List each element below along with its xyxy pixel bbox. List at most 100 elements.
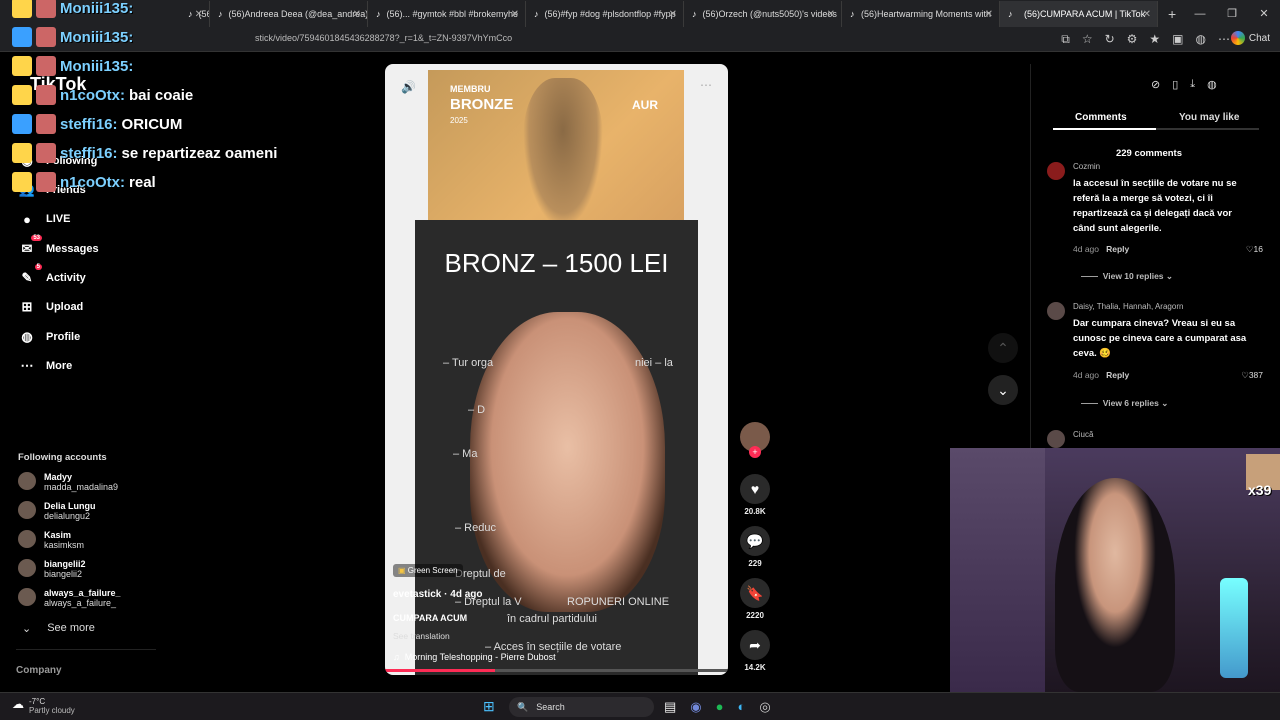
comment-like-button[interactable]: ♡387 bbox=[1241, 370, 1263, 381]
volume-icon[interactable]: 🔊 bbox=[401, 80, 416, 94]
collections-icon[interactable]: ▣ bbox=[1172, 32, 1183, 47]
browser-tab[interactable]: ♪(56) Ninja 2025✕ bbox=[180, 1, 210, 27]
edge-icon[interactable]: ◐ bbox=[738, 699, 746, 715]
avatar[interactable] bbox=[1047, 162, 1065, 180]
company-link[interactable]: Company bbox=[16, 665, 62, 676]
minimize-icon[interactable]: — bbox=[1184, 0, 1216, 28]
sidebar-item-more[interactable]: ⋯ More bbox=[18, 357, 73, 375]
tab-you-may-like[interactable]: You may like bbox=[1179, 112, 1239, 123]
close-tab-icon[interactable]: ✕ bbox=[195, 9, 203, 20]
video-player[interactable]: MEMBRU BRONZE 2025 AUR 🔊 ⋯ BRONZ – 1500 … bbox=[385, 64, 728, 675]
video-progress-track[interactable] bbox=[385, 669, 728, 672]
comment-text: la accesul în secțiile de votare nu se r… bbox=[1073, 178, 1237, 234]
sidebar-item-activity[interactable]: ✎ 5 Activity bbox=[18, 264, 86, 287]
comment-item: Cozmin la accesul în secțiile de votare … bbox=[1047, 162, 1267, 272]
window-controls: — ❐ ✕ bbox=[1184, 0, 1280, 28]
profile-icon: ◍ bbox=[21, 329, 33, 344]
view-replies-button[interactable]: —— View 6 replies ⌄ bbox=[1081, 398, 1168, 409]
browser-tab[interactable]: ♪ (56)#fyp #dog #plsdontflop #fypp ✕ bbox=[526, 1, 684, 27]
comment-button[interactable]: 💬 229 bbox=[738, 526, 772, 568]
browser-tab[interactable]: ♪ (56)Orzech (@nuts5050)'s videos ✕ bbox=[684, 1, 842, 27]
close-tab-icon[interactable]: ✕ bbox=[985, 9, 993, 20]
see-more-link[interactable]: ⌄ See more bbox=[22, 622, 95, 635]
chat-message: Moniii135: bbox=[12, 27, 137, 47]
sidebar-item-live[interactable]: ● LIVE bbox=[18, 210, 70, 228]
menu-icon[interactable]: ⋯ bbox=[1218, 32, 1230, 47]
chat-message: steffi16: se repartizeaz oameni bbox=[12, 143, 277, 163]
comment-like-button[interactable]: ♡16 bbox=[1246, 244, 1263, 255]
phone-icon[interactable]: ▯ bbox=[1172, 78, 1178, 91]
chat-badge-icon bbox=[12, 114, 32, 134]
weather-widget[interactable]: ☁ -7°C Partly cloudy bbox=[12, 697, 75, 715]
spotify-icon[interactable]: ● bbox=[716, 699, 724, 715]
obs-icon[interactable]: ◎ bbox=[759, 699, 770, 715]
following-account[interactable]: Delia Lungu delialungu2 bbox=[18, 501, 96, 521]
sidebar-item-upload[interactable]: ⊞ Upload bbox=[18, 298, 84, 316]
chat-badge-icon bbox=[36, 56, 56, 76]
following-account[interactable]: Kasim kasimksm bbox=[18, 530, 84, 550]
previous-video-button[interactable]: ⌃ bbox=[988, 333, 1018, 363]
browser-tab[interactable]: ♪ (56)Andreea Deea (@dea_andrea) ✕ bbox=[210, 1, 368, 27]
save-button[interactable]: 🔖 2220 bbox=[738, 578, 772, 620]
copilot-chat-button[interactable]: Chat bbox=[1230, 31, 1270, 45]
video-author[interactable]: evetastick · 4d ago bbox=[393, 589, 482, 600]
chevron-down-icon: ⌄ bbox=[22, 623, 32, 635]
split-view-icon[interactable]: ⧉ bbox=[1061, 32, 1070, 47]
avatar[interactable] bbox=[1047, 430, 1065, 448]
tab-comments[interactable]: Comments bbox=[1075, 112, 1127, 123]
start-icon[interactable]: ⊞ bbox=[483, 698, 495, 715]
user-avatar[interactable]: ◍ bbox=[1207, 78, 1217, 91]
taskbar-search[interactable]: 🔍 Search bbox=[509, 697, 654, 717]
following-account[interactable]: biangelii2 biangelii2 bbox=[18, 559, 86, 579]
browser-tab[interactable]: ♪ (56)CUMPARA ACUM | TikTok ✕ bbox=[1000, 1, 1158, 27]
url-field[interactable]: stick/video/7594601845436288278?_r=1&_t=… bbox=[255, 33, 512, 43]
close-tab-icon[interactable]: ✕ bbox=[511, 9, 519, 20]
user-avatar[interactable]: ◍ bbox=[1196, 32, 1206, 47]
comment-author[interactable]: Ciucă bbox=[1073, 430, 1093, 439]
heart-icon: ♡ bbox=[1241, 370, 1249, 380]
creator-avatar[interactable]: + bbox=[738, 422, 772, 458]
favorites-bar-icon[interactable]: ★ bbox=[1149, 32, 1160, 47]
sidebar-item-messages[interactable]: ✉ 53 Messages bbox=[18, 235, 99, 258]
activity-icon: ✎ 5 bbox=[21, 264, 42, 285]
comment-meta: 4d ago Reply bbox=[1073, 370, 1130, 380]
reply-button[interactable]: Reply bbox=[1106, 370, 1129, 380]
share-button[interactable]: ➦ 14.2K bbox=[738, 630, 772, 672]
close-icon[interactable]: ✕ bbox=[1248, 0, 1280, 28]
following-account[interactable]: always_a_failure_ always_a_failure_ bbox=[18, 588, 121, 608]
close-tab-icon[interactable]: ✕ bbox=[827, 9, 835, 20]
video-progress-fill bbox=[385, 669, 495, 672]
effect-tag[interactable]: ▣ Green Screen bbox=[393, 564, 463, 577]
see-translation-link[interactable]: See translation bbox=[393, 631, 450, 641]
comment-author[interactable]: Cozmin bbox=[1073, 162, 1100, 171]
browser-tab[interactable]: ♪ (56)... #gymtok #bbl #brokemyhe ✕ bbox=[368, 1, 526, 27]
effect-icon: ▣ bbox=[398, 566, 406, 575]
close-tab-icon[interactable]: ✕ bbox=[669, 9, 677, 20]
browser-tab[interactable]: ♪ (56)Heartwarming Moments with ✕ bbox=[842, 1, 1000, 27]
file-explorer-icon[interactable]: ▤ bbox=[664, 699, 676, 715]
discord-icon[interactable]: ◉ bbox=[690, 699, 701, 715]
music-info[interactable]: ♫ Morning Teleshopping - Pierre Dubost bbox=[393, 652, 556, 662]
close-tab-icon[interactable]: ✕ bbox=[1143, 9, 1151, 20]
comment-text: Dar cumpara cineva? Vreau si eu sa cunos… bbox=[1073, 318, 1247, 359]
following-account[interactable]: Madyy madda_madalina9 bbox=[18, 472, 118, 492]
view-replies-button[interactable]: —— View 10 replies ⌄ bbox=[1081, 271, 1173, 282]
sidebar-item-profile[interactable]: ◍ Profile bbox=[18, 328, 80, 346]
upload-icon: ⊞ bbox=[21, 299, 33, 314]
reply-button[interactable]: Reply bbox=[1106, 244, 1129, 254]
chat-badge-icon bbox=[36, 27, 56, 47]
compass-icon[interactable]: ⊘ bbox=[1151, 78, 1160, 91]
close-tab-icon[interactable]: ✕ bbox=[353, 9, 361, 20]
next-video-button[interactable]: ⌄ bbox=[988, 375, 1018, 405]
avatar[interactable] bbox=[1047, 302, 1065, 320]
new-tab-button[interactable]: + bbox=[1168, 6, 1176, 22]
video-more-icon[interactable]: ⋯ bbox=[700, 78, 712, 92]
extensions-icon[interactable]: ⚙ bbox=[1127, 32, 1138, 47]
download-icon[interactable]: ⤓ bbox=[1190, 78, 1195, 91]
favorite-icon[interactable]: ☆ bbox=[1082, 32, 1093, 47]
comment-author[interactable]: Daisy, Thalia, Hannah, Aragorn bbox=[1073, 302, 1183, 311]
refresh-icon[interactable]: ↻ bbox=[1105, 32, 1115, 47]
restore-icon[interactable]: ❐ bbox=[1216, 0, 1248, 28]
follow-plus-icon[interactable]: + bbox=[749, 446, 761, 458]
like-button[interactable]: ♥ 20.8K bbox=[738, 474, 772, 516]
